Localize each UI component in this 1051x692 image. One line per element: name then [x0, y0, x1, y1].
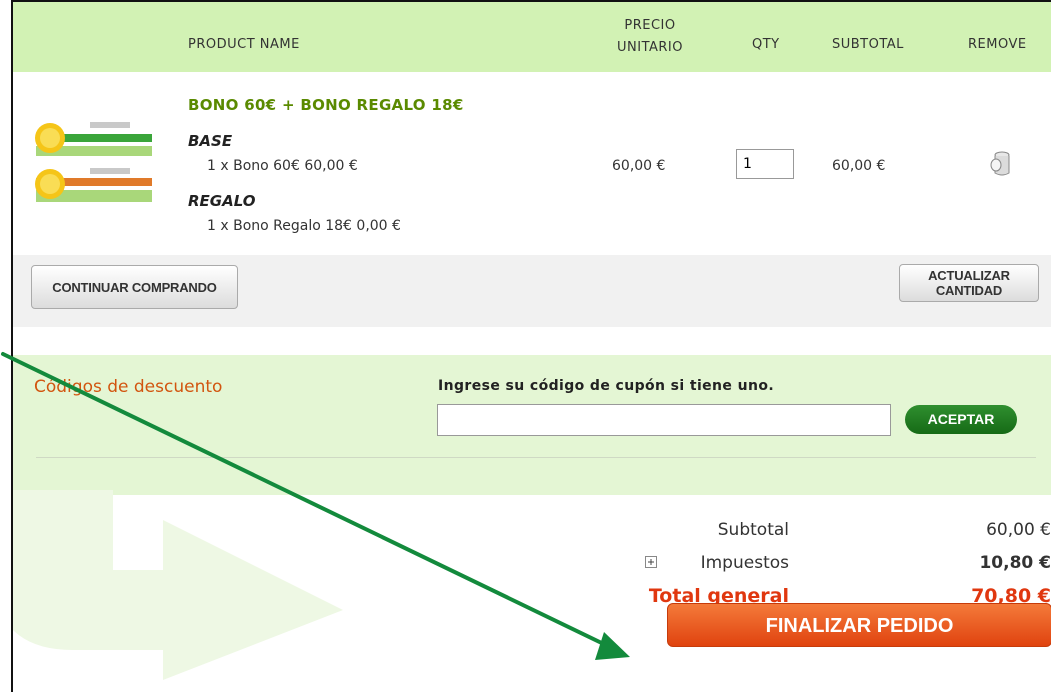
- checkout-button[interactable]: FINALIZAR PEDIDO: [667, 603, 1051, 647]
- header-unit-price: PRECIO UNITARIO: [600, 15, 700, 59]
- plus-box-icon[interactable]: [645, 556, 657, 568]
- coupon-input[interactable]: [437, 404, 891, 436]
- coupon-label: Ingrese su código de cupón si tiene uno.: [438, 378, 775, 394]
- option-value-regalo: 1 x Bono Regalo 18€ 0,00 €: [207, 218, 401, 234]
- discount-title: Códigos de descuento: [34, 377, 223, 397]
- header-product-name: PRODUCT NAME: [188, 37, 300, 52]
- product-name-link[interactable]: BONO 60€ + BONO REGALO 18€: [188, 96, 464, 114]
- header-remove: REMOVE: [968, 37, 1027, 52]
- qty-input[interactable]: [736, 149, 794, 179]
- tax-label: Impuestos: [700, 553, 789, 573]
- header-qty: QTY: [752, 37, 780, 52]
- update-qty-line1: ACTUALIZAR: [928, 268, 1010, 283]
- unit-price: 60,00 €: [612, 158, 666, 174]
- product-thumbnail: [32, 116, 156, 208]
- header-unit-price-line2: UNITARIO: [617, 40, 683, 55]
- continue-shopping-button[interactable]: CONTINUAR COMPRANDO: [31, 265, 238, 309]
- accept-coupon-button[interactable]: ACEPTAR: [905, 405, 1017, 434]
- update-qty-button[interactable]: ACTUALIZAR CANTIDAD: [899, 264, 1039, 302]
- option-title-base: BASE: [188, 132, 233, 150]
- tax-value: 10,80 €: [979, 553, 1051, 573]
- option-value-base: 1 x Bono 60€ 60,00 €: [207, 158, 358, 174]
- subtotal-label: Subtotal: [717, 520, 789, 540]
- subtotal-value: 60,00 €: [986, 520, 1051, 540]
- row-subtotal: 60,00 €: [832, 158, 886, 174]
- update-qty-line2: CANTIDAD: [935, 283, 1003, 298]
- background-arrow-graphic: [13, 490, 343, 680]
- divider: [36, 457, 1036, 458]
- header-unit-price-line1: PRECIO: [624, 18, 676, 33]
- option-title-regalo: REGALO: [188, 192, 256, 210]
- trash-icon[interactable]: [989, 149, 1011, 177]
- header-subtotal: SUBTOTAL: [832, 37, 904, 52]
